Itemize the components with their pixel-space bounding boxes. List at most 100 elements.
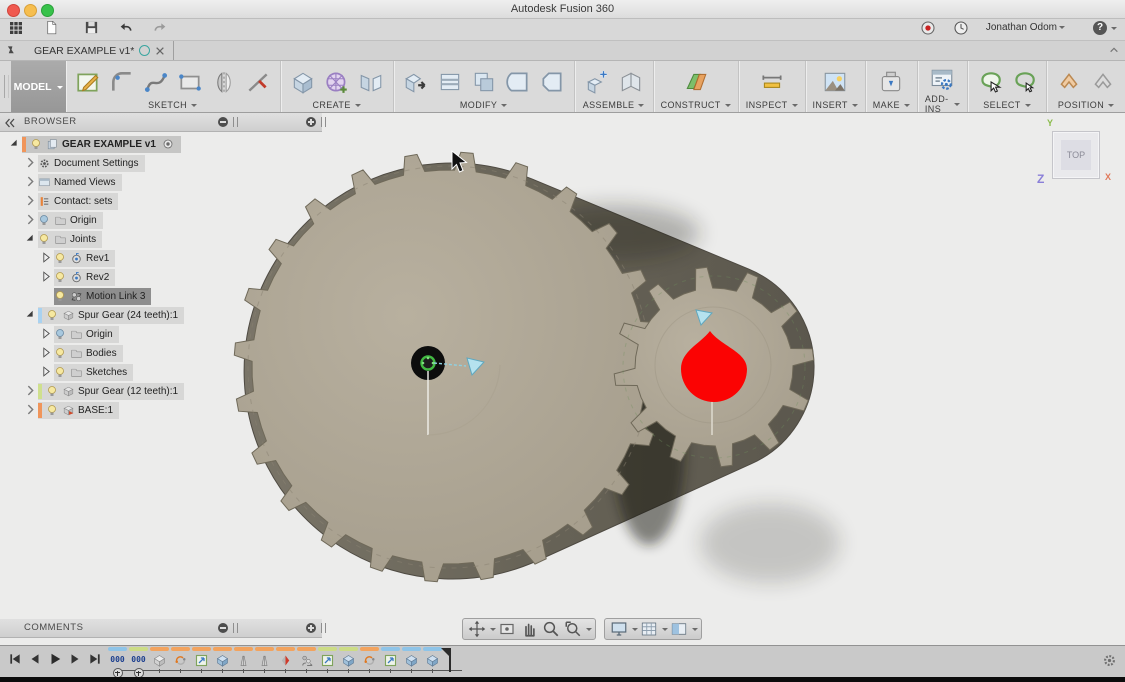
browser-item-gear-example-v1[interactable]: GEAR EXAMPLE v1 xyxy=(8,135,184,153)
modify-menu[interactable]: MODIFY xyxy=(460,100,507,110)
addins-menu[interactable]: ADD-INS xyxy=(925,94,960,114)
mirror3d-icon[interactable] xyxy=(356,67,386,97)
browser-display-toggle-2[interactable] xyxy=(306,117,316,127)
coil-icon[interactable] xyxy=(322,67,352,97)
zoom-icon[interactable] xyxy=(540,619,562,639)
visibility-bulb-icon[interactable] xyxy=(46,404,59,417)
browser-item-row[interactable]: Joints xyxy=(38,231,102,248)
expand-arrow-icon[interactable] xyxy=(24,384,38,398)
browser-item-row[interactable]: Named Views xyxy=(38,174,122,191)
browser-item-motion-link-3[interactable]: Motion Link 3 xyxy=(8,287,184,305)
timeline-feature-sketch[interactable] xyxy=(191,647,212,673)
model-canvas[interactable]: BROWSER GEAR EXAMPLE v1Document Settings… xyxy=(0,113,1125,644)
expand-arrow-icon[interactable] xyxy=(24,175,38,189)
browser-item-contact-sets[interactable]: Contact: sets xyxy=(8,192,184,210)
notifications-clock-icon[interactable] xyxy=(953,20,973,38)
visibility-bulb-icon[interactable] xyxy=(54,328,67,341)
timeline-feature-extrude[interactable] xyxy=(401,647,422,673)
create-menu[interactable]: CREATE xyxy=(312,100,360,110)
window-minimize-button[interactable] xyxy=(24,4,37,17)
activate-component-radio[interactable] xyxy=(162,138,175,151)
lookat-icon[interactable] xyxy=(496,619,518,639)
rect2-icon[interactable] xyxy=(175,67,205,97)
expand-arrow-icon[interactable] xyxy=(40,346,54,360)
insert-menu[interactable]: INSERT xyxy=(813,100,858,110)
comments-display-toggle-2[interactable] xyxy=(306,623,316,633)
visibility-bulb-icon[interactable] xyxy=(38,214,51,227)
presspull-icon[interactable] xyxy=(401,67,431,97)
lassop-icon[interactable] xyxy=(1009,67,1039,97)
gridl-icon[interactable] xyxy=(638,619,660,639)
window-close-button[interactable] xyxy=(7,4,20,17)
browser-item-row[interactable]: Rev2 xyxy=(54,269,115,286)
browser-item-bodies[interactable]: Bodies xyxy=(8,344,184,362)
go-to-end-button[interactable] xyxy=(88,652,102,666)
expand-arrow-icon[interactable] xyxy=(40,251,54,265)
timeline-feature-mirror[interactable] xyxy=(233,647,254,673)
help-caret-icon[interactable] xyxy=(1111,27,1117,33)
fillet-icon[interactable] xyxy=(107,67,137,97)
browser-item-row[interactable]: GEAR EXAMPLE v1 xyxy=(22,136,181,153)
step-forward-button[interactable] xyxy=(68,652,82,666)
combine-icon[interactable] xyxy=(469,67,499,97)
window-zoom-button[interactable] xyxy=(41,4,54,17)
visibility-bulb-icon[interactable] xyxy=(46,309,59,322)
step-back-button[interactable] xyxy=(28,652,42,666)
toolbar-grip[interactable] xyxy=(2,75,9,98)
undo-icon[interactable] xyxy=(118,20,138,38)
expand-arrow-icon[interactable] xyxy=(24,403,38,417)
split-icon[interactable] xyxy=(435,67,465,97)
browser-item-document-settings[interactable]: Document Settings xyxy=(8,154,184,172)
browser-item-row[interactable]: Sketches xyxy=(54,364,133,381)
browser-item-row[interactable]: Bodies xyxy=(54,345,123,362)
addins-icon[interactable] xyxy=(927,64,957,94)
browser-item-origin[interactable]: Origin xyxy=(8,325,184,343)
visibility-bulb-icon[interactable] xyxy=(54,271,67,284)
viewcube-top-face[interactable]: TOP xyxy=(1061,140,1091,170)
user-menu[interactable]: Jonathan Odom xyxy=(986,22,1065,33)
browser-display-toggle[interactable] xyxy=(218,117,228,127)
zoomw-icon[interactable] xyxy=(562,619,584,639)
browser-item-row[interactable]: Origin xyxy=(54,326,119,343)
jointn-icon[interactable] xyxy=(582,67,612,97)
box-icon[interactable] xyxy=(288,67,318,97)
orbit-icon[interactable] xyxy=(466,619,488,639)
browser-item-rev1[interactable]: Rev1 xyxy=(8,249,184,267)
go-to-start-button[interactable] xyxy=(8,652,22,666)
image-icon[interactable] xyxy=(820,67,850,97)
caret-down-icon[interactable] xyxy=(692,628,698,634)
browser-item-row[interactable]: Origin xyxy=(38,212,103,229)
browser-item-row[interactable]: Document Settings xyxy=(38,155,145,172)
mirror2d-icon[interactable] xyxy=(209,67,239,97)
rigid-icon[interactable] xyxy=(616,67,646,97)
workspace-selector[interactable]: MODEL xyxy=(11,61,66,112)
timeline-feature-num[interactable]: 000 xyxy=(107,647,128,678)
comments-grip[interactable] xyxy=(233,623,238,633)
make-menu[interactable]: MAKE xyxy=(873,100,910,110)
visibility-bulb-icon[interactable] xyxy=(38,233,51,246)
save-icon[interactable] xyxy=(84,20,104,38)
posA-icon[interactable] xyxy=(1054,67,1084,97)
collapse-arrow-icon[interactable] xyxy=(8,137,22,151)
caret-down-icon[interactable] xyxy=(586,628,592,634)
expand-arrow-icon[interactable] xyxy=(24,213,38,227)
posB-icon[interactable] xyxy=(1088,67,1118,97)
measure-icon[interactable] xyxy=(757,67,787,97)
timeline-feature-mirror[interactable] xyxy=(254,647,275,673)
caret-down-icon[interactable] xyxy=(662,628,668,634)
comments-panel-header[interactable]: COMMENTS xyxy=(0,619,322,638)
visibility-bulb-icon[interactable] xyxy=(46,385,59,398)
expand-arrow-icon[interactable] xyxy=(40,270,54,284)
visibility-bulb-icon[interactable] xyxy=(30,138,43,151)
browser-item-row[interactable]: Contact: sets xyxy=(38,193,118,210)
browser-item-row[interactable]: Rev1 xyxy=(54,250,115,267)
timeline-feature-sketch[interactable] xyxy=(317,647,338,673)
timeline-feature-extrude[interactable] xyxy=(338,647,359,673)
caret-down-icon[interactable] xyxy=(632,628,638,634)
make-icon[interactable] xyxy=(876,67,906,97)
display-icon[interactable] xyxy=(608,619,630,639)
timeline-feature-group[interactable] xyxy=(296,647,317,673)
chamfer-icon[interactable] xyxy=(537,67,567,97)
browser-item-named-views[interactable]: Named Views xyxy=(8,173,184,191)
assemble-menu[interactable]: ASSEMBLE xyxy=(583,100,645,110)
